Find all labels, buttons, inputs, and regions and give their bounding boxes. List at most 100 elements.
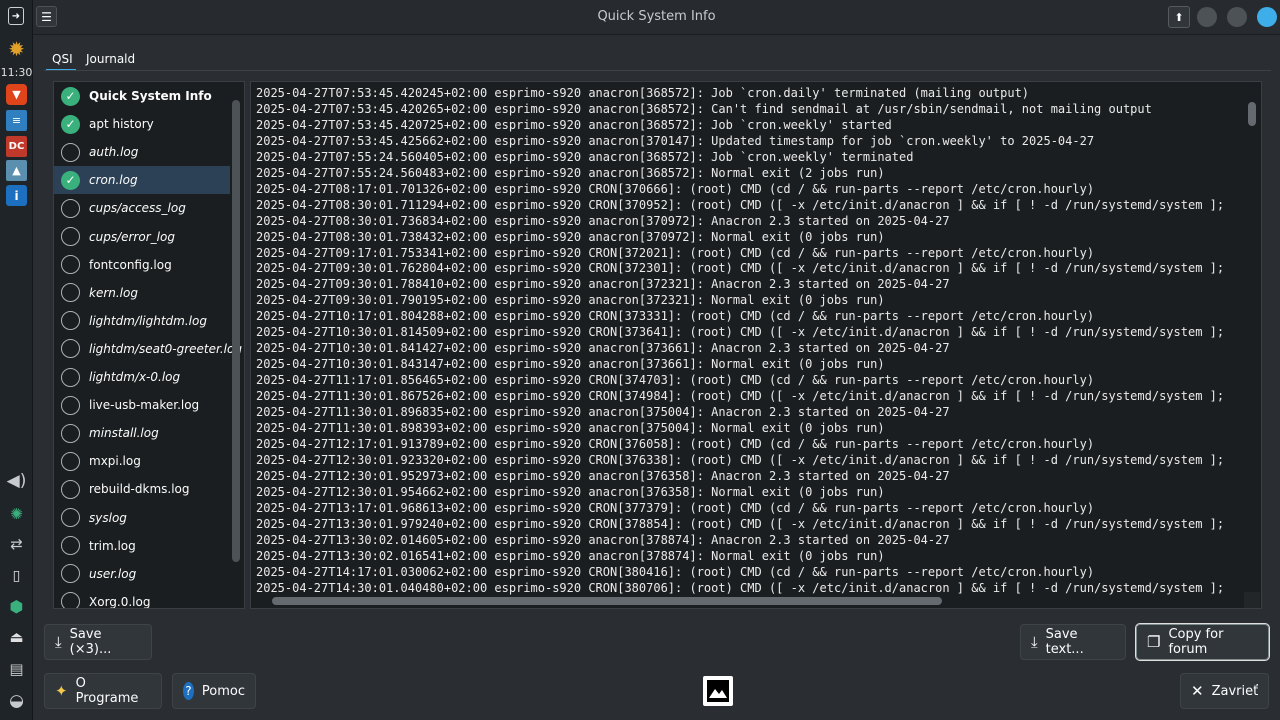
unchecked-circle-icon <box>61 311 80 331</box>
usb-icon[interactable]: ⇄ <box>6 533 27 554</box>
log-list-item[interactable]: ✓ cron.log <box>54 166 230 195</box>
window-title: Quick System Info <box>597 9 716 24</box>
log-list-item[interactable]: user.log <box>54 560 230 588</box>
save-button[interactable]: ⤓ Save (×3)... <box>44 624 152 660</box>
log-line: 2025-04-27T14:17:01.030062+02:00 esprimo… <box>256 564 1095 579</box>
documents-icon[interactable]: ▤ <box>6 658 27 679</box>
copy-for-forum-button[interactable]: ❐ Copy for forum <box>1135 623 1270 661</box>
log-line: 2025-04-27T09:30:01.788410+02:00 esprimo… <box>256 277 950 292</box>
log-list-item[interactable]: auth.log <box>54 138 230 166</box>
copy-icon: ❐ <box>1147 633 1161 651</box>
log-vertical-scrollbar[interactable] <box>1248 102 1256 126</box>
log-list-item[interactable]: trim.log <box>54 532 230 560</box>
minimize-button[interactable] <box>1197 7 1217 27</box>
close-icon: ✕ <box>1191 682 1204 700</box>
save-text-button[interactable]: ⤓ Save text... <box>1020 624 1126 660</box>
log-line: 2025-04-27T13:30:01.979240+02:00 esprimo… <box>256 516 1225 531</box>
log-list-item[interactable]: kern.log <box>54 279 230 307</box>
unchecked-circle-icon <box>61 367 80 387</box>
log-list-item[interactable]: Xorg.0.log <box>54 588 230 609</box>
help-button-label: Pomoc <box>201 683 245 699</box>
system-panel: ➜ ✹ 11:30 ▼ ≡ DC ▲ i ◀) ✺ ⇄ ▯ ⬢ ⏏ ▤ ◒ <box>0 0 33 720</box>
log-list-item[interactable]: lightdm/x-0.log <box>54 363 230 391</box>
unchecked-circle-icon <box>61 255 80 275</box>
tab-journald[interactable]: Journald <box>80 47 141 71</box>
log-list-item[interactable]: lightdm/seat0-greeter.log <box>54 335 242 363</box>
log-list-item[interactable]: rebuild-dkms.log <box>54 475 230 503</box>
log-line: 2025-04-27T10:30:01.841427+02:00 esprimo… <box>256 341 950 356</box>
log-line: 2025-04-27T07:53:45.425662+02:00 esprimo… <box>256 133 1095 148</box>
tab-qsi[interactable]: QSI <box>46 47 76 71</box>
log-list-item[interactable]: mxpi.log <box>54 447 230 475</box>
log-list-item-label: lightdm/seat0-greeter.log <box>89 341 242 356</box>
log-list-item-label: minstall.log <box>89 426 159 441</box>
log-line: 2025-04-27T07:53:45.420265+02:00 esprimo… <box>256 101 1152 116</box>
dc-icon[interactable]: DC <box>6 136 27 157</box>
log-list[interactable]: Xorg.0.log user.log trim.log syslog rebuild-… <box>53 81 245 609</box>
sun-icon[interactable]: ✹ <box>6 37 27 61</box>
log-list-item-label: syslog <box>89 510 127 525</box>
log-list-item-label: cups/error_log <box>89 229 175 244</box>
log-line: 2025-04-27T13:30:02.014605+02:00 esprimo… <box>256 532 950 547</box>
unchecked-circle-icon <box>61 198 80 218</box>
log-line: 2025-04-27T12:30:01.923320+02:00 esprimo… <box>256 452 1225 467</box>
log-line: 2025-04-27T11:17:01.856465+02:00 esprimo… <box>256 373 1095 388</box>
log-line: 2025-04-27T13:30:02.016541+02:00 esprimo… <box>256 548 885 563</box>
checked-circle-icon: ✓ <box>61 114 80 134</box>
about-button-label: O Programe <box>75 676 139 706</box>
log-line: 2025-04-27T08:30:01.738432+02:00 esprimo… <box>256 229 885 244</box>
log-line: 2025-04-27T07:53:45.420725+02:00 esprimo… <box>256 117 892 132</box>
log-list-item[interactable]: lightdm/lightdm.log <box>54 307 230 335</box>
exit-icon[interactable]: ➜ <box>8 7 24 25</box>
unchecked-circle-icon <box>61 142 80 162</box>
close-button[interactable]: ✕ Zavrieť <box>1180 673 1269 709</box>
log-list-item-label: apt history <box>89 117 154 132</box>
keep-above-button[interactable]: ⬆ <box>1168 6 1190 28</box>
package-icon[interactable]: ⬢ <box>6 596 27 617</box>
log-list-item-label: Xorg.0.log <box>89 594 151 609</box>
image-viewer-icon[interactable]: ▲ <box>6 160 27 181</box>
maximize-button[interactable] <box>1227 7 1247 27</box>
save-text-button-label: Save text... <box>1045 627 1084 657</box>
unchecked-circle-icon <box>61 395 80 415</box>
mx-logo-icon <box>707 680 729 702</box>
log-line: 2025-04-27T07:53:45.420245+02:00 esprimo… <box>256 86 1030 100</box>
unchecked-circle-icon <box>61 423 80 443</box>
log-line: 2025-04-27T08:30:01.736834+02:00 esprimo… <box>256 213 950 228</box>
info-icon[interactable]: i <box>6 185 27 206</box>
tab-divider <box>44 70 1271 71</box>
log-list-item[interactable]: minstall.log <box>54 419 230 447</box>
log-list-item[interactable]: cups/access_log <box>54 194 230 222</box>
log-list-item[interactable]: ✓ Quick System Info <box>54 82 230 110</box>
log-line: 2025-04-27T11:30:01.898393+02:00 esprimo… <box>256 421 885 436</box>
about-button[interactable]: ✦ O Programe <box>44 673 162 709</box>
log-list-item[interactable]: ✓ apt history <box>54 110 230 138</box>
log-list-item[interactable]: live-usb-maker.log <box>54 391 230 419</box>
network-icon[interactable]: ✺ <box>6 503 27 524</box>
close-window-button[interactable] <box>1257 7 1277 27</box>
help-button[interactable]: ? Pomoc <box>172 673 256 709</box>
log-list-item-label: lightdm/x-0.log <box>89 370 181 384</box>
log-list-scrollbar[interactable] <box>232 100 240 562</box>
eject-icon[interactable]: ⏏ <box>6 626 27 647</box>
clock: 11:30 <box>0 66 33 79</box>
log-list-item[interactable]: cups/error_log <box>54 223 230 251</box>
clipboard-icon[interactable]: ▯ <box>6 565 27 586</box>
download-icon: ⤓ <box>1031 633 1038 651</box>
log-view[interactable]: 2025-04-27T07:53:45.420245+02:00 esprimo… <box>250 81 1262 609</box>
log-line: 2025-04-27T13:17:01.968613+02:00 esprimo… <box>256 500 1095 515</box>
mx-logo-icon[interactable]: ◒ <box>6 690 27 711</box>
help-icon: ? <box>183 682 194 700</box>
log-list-item[interactable]: fontconfig.log <box>54 251 230 279</box>
log-list-item[interactable]: syslog <box>54 504 230 532</box>
notes-icon[interactable]: ≡ <box>6 110 27 131</box>
unchecked-circle-icon <box>61 451 80 471</box>
title-bar: ☰ Quick System Info ⬆ <box>33 0 1280 35</box>
brave-icon[interactable]: ▼ <box>6 84 27 105</box>
unchecked-circle-icon <box>61 564 80 584</box>
qsi-window: ☰ Quick System Info ⬆ QSI Journald Xorg.… <box>33 0 1280 720</box>
log-line: 2025-04-27T11:30:01.896835+02:00 esprimo… <box>256 405 950 420</box>
log-list-item-label: lightdm/lightdm.log <box>89 313 207 328</box>
log-horizontal-scrollbar[interactable] <box>272 597 942 605</box>
volume-icon[interactable]: ◀) <box>6 470 27 491</box>
